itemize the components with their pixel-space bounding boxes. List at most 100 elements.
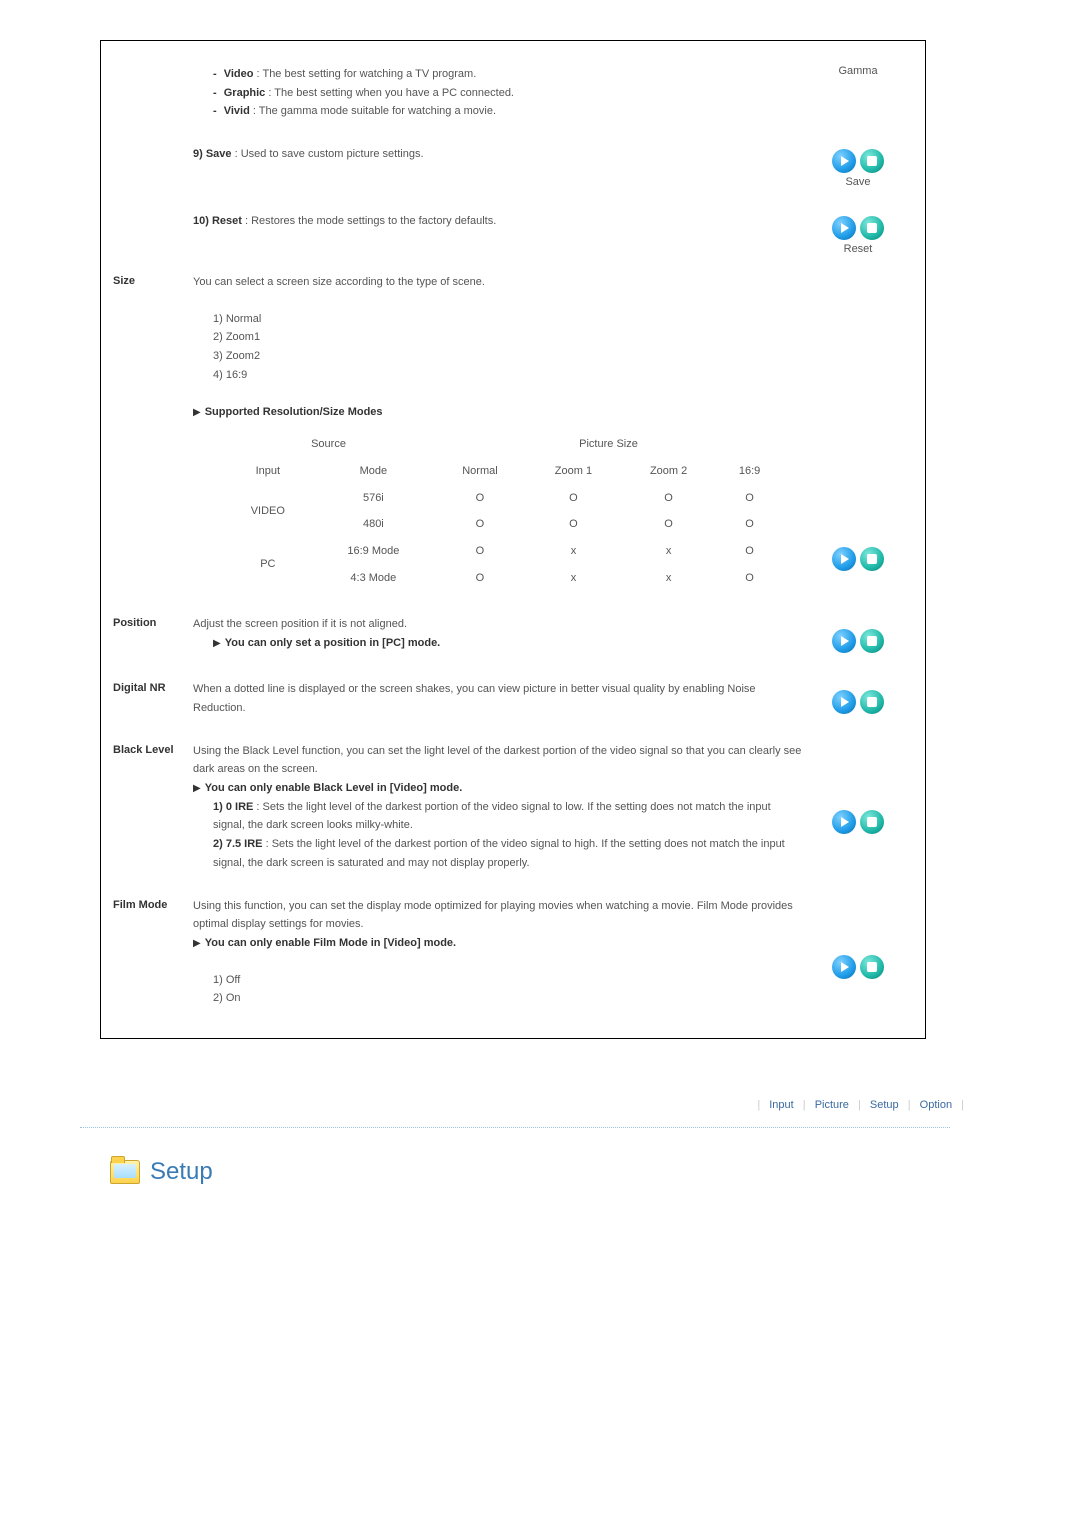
th-z2: Zoom 2	[621, 458, 716, 485]
save-label: 9) Save	[193, 148, 232, 160]
td: O	[716, 538, 783, 565]
nav-input[interactable]: Input	[769, 1099, 793, 1111]
stop-icon[interactable]	[860, 810, 884, 834]
td-mode: 480i	[313, 511, 434, 538]
th-input: Input	[223, 458, 313, 485]
nav-picture[interactable]: Picture	[815, 1099, 849, 1111]
td: O	[716, 485, 783, 512]
size-items: 1) Normal 2) Zoom1 3) Zoom2 4) 16:9	[213, 310, 803, 385]
td: O	[621, 511, 716, 538]
reset-caption: Reset	[813, 243, 903, 255]
size-item: 3) Zoom2	[213, 347, 803, 366]
play-icon[interactable]	[832, 149, 856, 173]
play-icon[interactable]	[832, 629, 856, 653]
th-picture: Picture Size	[434, 431, 783, 458]
save-desc: : Used to save custom picture settings.	[232, 148, 424, 160]
filmmode-desc: Using this function, you can set the dis…	[193, 897, 803, 934]
save-row: 9) Save : Used to save custom picture se…	[113, 145, 903, 188]
bottom-nav: | Input | Picture | Setup | Option |	[80, 1099, 970, 1111]
stop-icon[interactable]	[860, 690, 884, 714]
gamma-vivid-term: Vivid	[224, 105, 250, 117]
stop-icon[interactable]	[860, 216, 884, 240]
size-icons	[832, 547, 884, 571]
size-title: Size	[113, 273, 193, 287]
gamma-graphic: - Graphic : The best setting when you ha…	[213, 84, 803, 103]
position-row: Position Adjust the screen position if i…	[113, 615, 903, 656]
save-caption: Save	[813, 176, 903, 188]
nav-setup[interactable]: Setup	[870, 1099, 899, 1111]
stop-icon[interactable]	[860, 955, 884, 979]
td: O	[716, 511, 783, 538]
size-row: Size You can select a screen size accord…	[113, 273, 903, 591]
td: O	[434, 485, 526, 512]
td: x	[621, 565, 716, 592]
play-icon[interactable]	[832, 810, 856, 834]
td: x	[526, 538, 621, 565]
th-z1: Zoom 1	[526, 458, 621, 485]
resolution-table: Source Picture Size Input Mode Normal Zo…	[223, 431, 783, 591]
td-mode: 576i	[313, 485, 434, 512]
size-item: 2) Zoom1	[213, 328, 803, 347]
filmmode-note: ▶You can only enable Film Mode in [Video…	[193, 934, 803, 953]
nav-option[interactable]: Option	[920, 1099, 952, 1111]
blacklevel-desc: Using the Black Level function, you can …	[193, 742, 803, 779]
filmmode-icons	[832, 955, 884, 979]
td: x	[526, 565, 621, 592]
stop-icon[interactable]	[860, 547, 884, 571]
filmmode-opt1: 1) Off	[213, 971, 803, 990]
td-input-video: VIDEO	[223, 485, 313, 538]
save-icons	[832, 149, 884, 173]
play-icon[interactable]	[832, 216, 856, 240]
td: x	[621, 538, 716, 565]
td: O	[526, 511, 621, 538]
filmmode-opt2: 2) On	[213, 989, 803, 1008]
stop-icon[interactable]	[860, 629, 884, 653]
filmmode-title: Film Mode	[113, 897, 193, 911]
size-item: 4) 16:9	[213, 366, 803, 385]
stop-icon[interactable]	[860, 149, 884, 173]
th-mode: Mode	[313, 458, 434, 485]
reset-icons	[832, 216, 884, 240]
size-sub-header: ▶Supported Resolution/Size Modes	[193, 403, 803, 422]
divider	[80, 1127, 950, 1128]
td-input-pc: PC	[223, 538, 313, 591]
td-mode: 16:9 Mode	[313, 538, 434, 565]
ire0: 1) 0 IRE : Sets the light level of the d…	[213, 798, 803, 835]
play-icon[interactable]	[832, 955, 856, 979]
setup-text: Setup	[150, 1158, 213, 1186]
digitalnr-row: Digital NR When a dotted line is display…	[113, 680, 903, 717]
td: O	[716, 565, 783, 592]
gamma-label: Gamma	[813, 65, 903, 77]
td: O	[621, 485, 716, 512]
ire75: 2) 7.5 IRE : Sets the light level of the…	[213, 835, 803, 872]
gamma-video: - Video : The best setting for watching …	[213, 65, 803, 84]
digitalnr-icons	[832, 690, 884, 714]
position-desc: Adjust the screen position if it is not …	[193, 615, 803, 634]
gamma-row: - Video : The best setting for watching …	[113, 65, 903, 121]
gamma-content: - Video : The best setting for watching …	[193, 65, 813, 121]
position-icons	[832, 629, 884, 653]
filmmode-row: Film Mode Using this function, you can s…	[113, 897, 903, 1008]
play-icon[interactable]	[832, 690, 856, 714]
size-item: 1) Normal	[213, 310, 803, 329]
position-note: ▶You can only set a position in [PC] mod…	[213, 634, 803, 653]
play-icon[interactable]	[832, 547, 856, 571]
gamma-graphic-term: Graphic	[224, 87, 266, 99]
gamma-vivid-desc: : The gamma mode suitable for watching a…	[250, 105, 496, 117]
th-source: Source	[223, 431, 434, 458]
blacklevel-note: ▶You can only enable Black Level in [Vid…	[193, 779, 803, 798]
blacklevel-icons	[832, 810, 884, 834]
content-panel: - Video : The best setting for watching …	[100, 40, 926, 1039]
digitalnr-title: Digital NR	[113, 680, 193, 694]
reset-label: 10) Reset	[193, 215, 242, 227]
td-mode: 4:3 Mode	[313, 565, 434, 592]
size-desc: You can select a screen size according t…	[193, 273, 803, 292]
reset-desc: : Restores the mode settings to the fact…	[242, 215, 496, 227]
digitalnr-desc: When a dotted line is displayed or the s…	[193, 680, 813, 717]
gamma-graphic-desc: : The best setting when you have a PC co…	[265, 87, 514, 99]
td: O	[434, 565, 526, 592]
gamma-video-term: Video	[224, 68, 254, 80]
th-normal: Normal	[434, 458, 526, 485]
reset-row: 10) Reset : Restores the mode settings t…	[113, 212, 903, 255]
blacklevel-title: Black Level	[113, 742, 193, 756]
